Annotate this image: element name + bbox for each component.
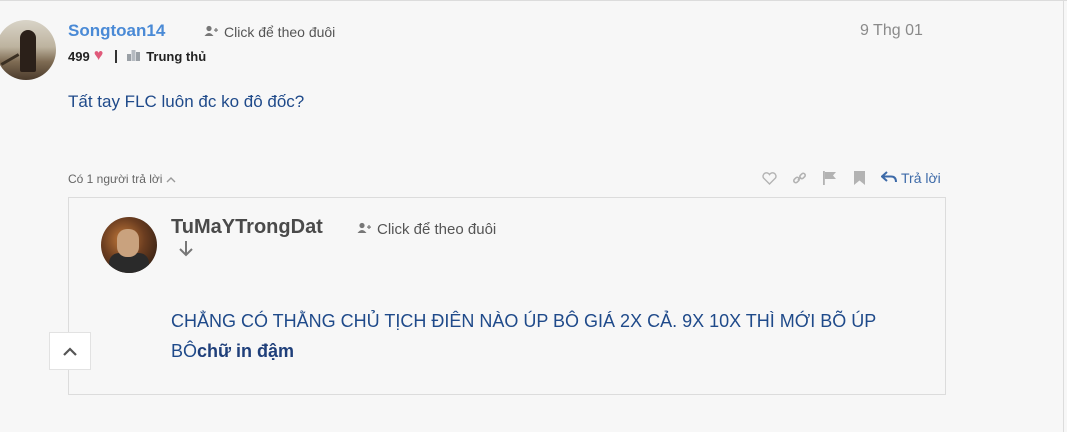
scroll-top-button[interactable] <box>49 332 91 370</box>
post-date: 9 Thg 01 <box>860 22 923 39</box>
post-content: Tất tay FLC luôn đc ko đô đốc? <box>68 92 305 111</box>
reply-username[interactable]: TuMaYTrongDat <box>171 216 323 239</box>
avatar-figure <box>20 30 36 72</box>
arrow-down-icon[interactable] <box>178 240 194 263</box>
follow-label: Click để theo đuôi <box>377 221 497 238</box>
bookmark-icon[interactable] <box>851 170 867 186</box>
link-icon[interactable] <box>791 170 807 186</box>
user-rank: Trung thủ <box>146 48 207 64</box>
chevron-up-icon <box>166 172 176 186</box>
reply-content: CHẲNG CÓ THẰNG CHỦ TỊCH ĐIÊN NÀO ÚP BÔ G… <box>171 306 931 366</box>
top-divider <box>0 0 1067 1</box>
follow-label: Click để theo đuôi <box>224 24 336 40</box>
reply-button[interactable]: Trả lời <box>880 170 941 186</box>
reply-avatar[interactable] <box>101 217 157 273</box>
flag-icon[interactable] <box>821 170 837 186</box>
chevron-up-icon <box>62 341 78 362</box>
stats-separator <box>115 49 118 63</box>
post-username[interactable]: Songtoan14 <box>68 21 165 41</box>
follow-button[interactable]: Click để theo đuôi <box>204 24 335 40</box>
user-plus-icon <box>357 221 371 238</box>
avatar[interactable] <box>0 20 56 80</box>
heart-icon: ♥ <box>93 47 104 64</box>
replies-toggle[interactable]: Có 1 người trả lời <box>68 172 176 186</box>
reply-arrow-icon <box>880 170 897 186</box>
like-count: 499 <box>68 48 90 64</box>
post-actions: Trả lời <box>761 170 941 186</box>
avatar-face <box>117 229 139 257</box>
heart-outline-icon[interactable] <box>761 170 777 186</box>
right-divider <box>1063 0 1064 432</box>
reply-label: Trả lời <box>901 170 941 186</box>
user-stats: 499 ♥ Trung thủ <box>68 47 206 65</box>
avatar-detail <box>0 53 20 66</box>
replies-label: Có 1 người trả lời <box>68 172 163 186</box>
reply-bold-text: chữ in đậm <box>197 341 295 361</box>
trophy-icon <box>127 49 141 64</box>
user-plus-icon <box>204 24 218 40</box>
reply-follow-button[interactable]: Click để theo đuôi <box>357 221 496 238</box>
